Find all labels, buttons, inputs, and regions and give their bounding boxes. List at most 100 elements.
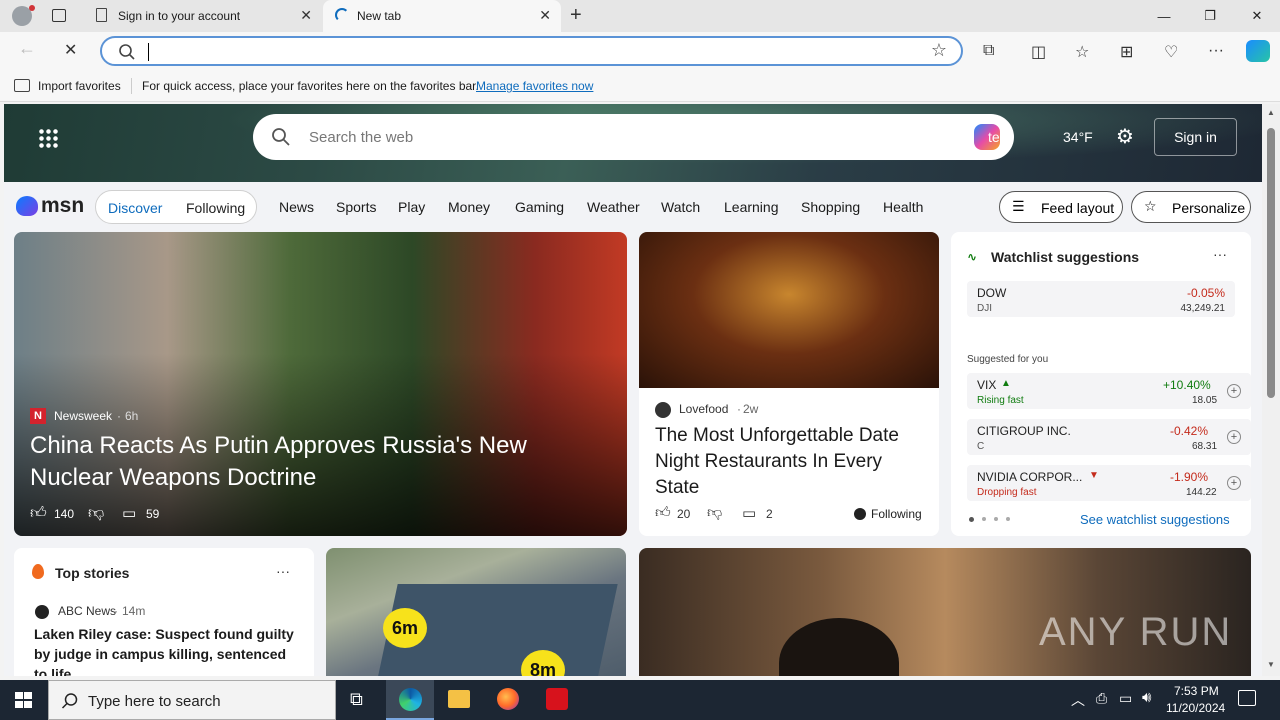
dislike-icon[interactable]: 👎︎ [707,504,722,522]
taskbar-search-box[interactable]: Type here to search [48,680,336,720]
apps-launcher-icon[interactable] [38,128,58,148]
add-to-watchlist-button[interactable]: + [1227,430,1241,444]
carousel-dots[interactable] [969,517,1010,522]
close-tab-icon[interactable]: ✕ [539,7,551,24]
msn-logo[interactable]: msn [16,194,84,218]
comment-icon[interactable]: ▭ [122,504,136,522]
see-watchlist-link[interactable]: See watchlist suggestions [1080,512,1230,527]
extensions-icon[interactable]: ⧉ [983,42,994,60]
scrollbar-thumb[interactable] [1267,128,1275,398]
stock-row-vix[interactable]: VIX ▲ Rising fast +10.40% 18.05 + [967,373,1251,409]
stock-chart-icon: ∿ [967,250,978,264]
maximize-button[interactable]: ❐ [1187,0,1233,32]
stock-note: Dropping fast [977,487,1037,498]
carousel-dot[interactable] [982,517,986,521]
hero-headline[interactable]: China Reacts As Putin Approves Russia's … [30,430,590,494]
tab-new-tab[interactable]: New tab ✕ [323,0,561,32]
web-search-box[interactable]: Search the web [253,114,1014,160]
scroll-down-icon[interactable]: ▼ [1267,660,1275,669]
performance-icon[interactable]: ♡ [1164,42,1178,62]
tab-actions-icon[interactable] [52,9,66,22]
hero-story-card[interactable]: N Newsweek · 6h China Reacts As Putin Ap… [14,232,627,536]
device-icon[interactable]: ⎙ [1096,690,1107,707]
scroll-up-icon[interactable]: ▲ [1267,108,1275,117]
more-menu-icon[interactable]: ··· [1208,42,1224,60]
nav-weather[interactable]: Weather [587,199,640,215]
stock-row-citigroup[interactable]: CITIGROUP INC. C -0.42% 68.31 + [967,419,1251,455]
stock-price: 18.05 [1192,395,1218,406]
add-to-watchlist-button[interactable]: + [1227,384,1241,398]
new-tab-button[interactable]: + [570,4,582,27]
back-icon[interactable]: ← [18,38,36,59]
web-search-input[interactable]: Search the web [309,129,413,146]
stock-symbol: DOW [977,286,1007,300]
nav-play[interactable]: Play [398,199,425,215]
acrobat-icon[interactable] [546,688,568,710]
video-story-card[interactable]: ANY RUN [639,548,1251,676]
favorites-icon[interactable]: ☆ [1075,42,1089,62]
clock-time[interactable]: 7:53 PM [1174,684,1219,698]
address-bar[interactable]: ☆ [100,36,963,66]
manage-favorites-link[interactable]: Manage favorites now [476,79,593,93]
copilot-icon[interactable] [1246,40,1270,62]
msn-sign-in-button[interactable]: Sign in [1154,118,1237,156]
like-icon[interactable]: 👍︎ [655,504,671,522]
tab-sign-in[interactable]: Sign in to your account ✕ [84,0,322,32]
minimize-button[interactable]: — [1141,0,1187,32]
close-button[interactable]: ✕ [1234,0,1280,32]
volume-icon[interactable]: 🔊︎ [1142,689,1151,706]
nav-gaming[interactable]: Gaming [515,199,564,215]
nav-sports[interactable]: Sports [336,199,376,215]
carousel-dot[interactable] [969,517,974,522]
second-story-card[interactable]: Lovefood · 2w The Most Unforgettable Dat… [639,232,939,536]
carousel-dot[interactable] [994,517,998,521]
tab-label: Sign in to your account [118,9,241,23]
like-icon[interactable]: 👍︎ [30,504,47,523]
split-screen-icon[interactable]: ◫ [1031,42,1046,62]
network-icon[interactable]: ▭ [1119,690,1132,707]
tab-following[interactable]: Following [186,200,245,216]
nav-health[interactable]: Health [883,199,923,215]
top-stories-more-button[interactable]: ··· [276,563,290,579]
weather-temperature[interactable]: 34°F [1063,129,1093,145]
following-label[interactable]: Following [871,507,922,521]
stop-icon[interactable]: ✕ [64,40,77,60]
settings-gear-icon[interactable]: ⚙ [1116,124,1134,149]
collections-icon[interactable]: ⊞ [1120,42,1133,62]
top-story-headline[interactable]: Laken Riley case: Suspect found guilty b… [34,624,302,676]
roof-story-card[interactable]: 6m 8m [326,548,626,676]
file-explorer-icon[interactable] [448,690,470,708]
nav-shopping[interactable]: Shopping [801,199,860,215]
notification-icon[interactable] [1238,690,1256,706]
tab-discover[interactable]: Discover [108,200,162,216]
top-story-age: 14m [122,604,146,618]
feed-layout-button[interactable]: ☰ Feed layout [999,191,1123,223]
nav-money[interactable]: Money [448,199,490,215]
windows-start-icon[interactable] [15,692,32,708]
taskbar-search-input[interactable]: Type here to search [88,693,221,710]
import-favorites-button[interactable]: Import favorites [38,79,121,93]
address-input[interactable] [148,43,848,61]
favorite-star-icon[interactable]: ☆ [931,40,947,61]
stock-row-nvidia[interactable]: NVIDIA CORPOR... ▼ Dropping fast -1.90% … [967,465,1251,501]
comment-icon[interactable]: ▭ [742,504,756,522]
firefox-icon[interactable] [497,688,519,710]
personalize-button[interactable]: ☆ Personalize [1131,191,1251,223]
lovefood-logo-icon [655,402,671,418]
page-scrollbar[interactable]: ▲ ▼ [1262,104,1280,676]
edge-taskbar-icon[interactable] [386,680,434,720]
task-view-icon[interactable]: ⧉ [350,689,363,710]
nav-news[interactable]: News [279,199,314,215]
show-hidden-icons-chevron[interactable]: ︿ [1071,690,1085,710]
add-to-watchlist-button[interactable]: + [1227,476,1241,490]
nav-learning[interactable]: Learning [724,199,779,215]
dislike-icon[interactable]: 👎︎ [88,504,104,523]
watchlist-card: ∿ Watchlist suggestions ··· DOW DJI -0.0… [951,232,1251,536]
clock-date[interactable]: 11/20/2024 [1166,701,1225,715]
carousel-dot[interactable] [1006,517,1010,521]
stock-row-dow[interactable]: DOW DJI -0.05% 43,249.21 [967,281,1235,317]
second-headline[interactable]: The Most Unforgettable Date Night Restau… [655,423,930,501]
nav-watch[interactable]: Watch [661,199,700,215]
close-tab-icon[interactable]: ✕ [300,7,312,24]
watchlist-more-button[interactable]: ··· [1213,246,1227,262]
